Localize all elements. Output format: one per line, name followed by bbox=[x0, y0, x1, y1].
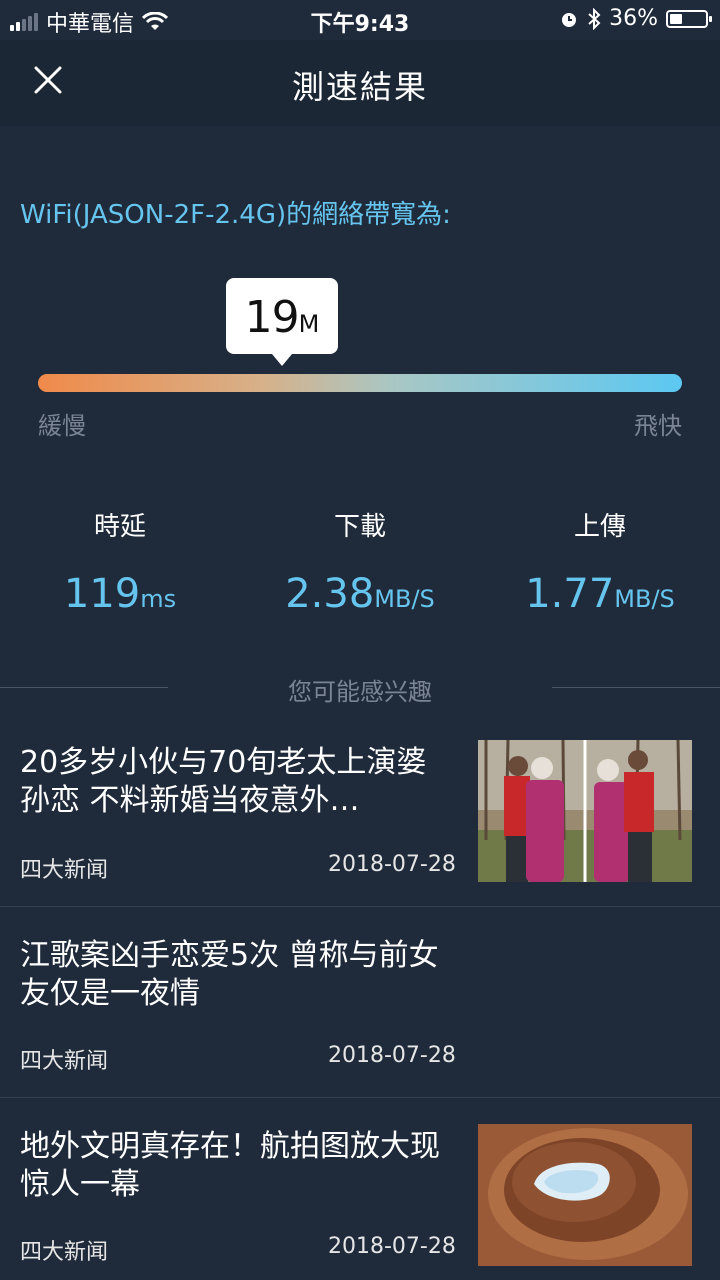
download-metric: 下載 2.38MB/S bbox=[240, 506, 480, 617]
metric-label: 時延 bbox=[93, 512, 146, 542]
status-bar: 中華電信 下午9:43 36% bbox=[0, 0, 720, 40]
latency-unit: ms bbox=[140, 585, 177, 613]
news-title[interactable]: 地外文明真存在！航拍图放大现惊人一幕 bbox=[20, 1128, 450, 1204]
alarm-icon bbox=[562, 12, 577, 27]
speed-gradient-bar bbox=[38, 374, 682, 392]
battery-percent: 36% bbox=[609, 6, 658, 31]
status-right: 36% bbox=[559, 6, 712, 31]
metric-label: 上傳 bbox=[573, 512, 626, 542]
network-label: WiFi(JASON-2F-2.4G)的網絡帶寬為: bbox=[20, 200, 451, 230]
metric-value: 1.77MB/S bbox=[480, 571, 720, 617]
download-unit: MB/S bbox=[374, 585, 435, 613]
upload-value: 1.77 bbox=[525, 571, 615, 617]
nav-bar: 測速結果 bbox=[0, 40, 720, 126]
recommend-heading: 您可能感兴趣 bbox=[288, 678, 432, 706]
bandwidth-bubble: 19M bbox=[226, 278, 338, 366]
latency-metric: 時延 119ms bbox=[0, 506, 240, 617]
latency-value: 119 bbox=[63, 571, 141, 617]
battery-icon bbox=[666, 9, 712, 28]
news-item[interactable]: 江歌案凶手恋爱5次 曾称与前女友仅是一夜情 四大新闻 2018-07-28 bbox=[0, 907, 720, 1098]
news-date: 2018-07-28 bbox=[328, 852, 456, 877]
news-title[interactable]: 江歌案凶手恋爱5次 曾称与前女友仅是一夜情 bbox=[20, 937, 450, 1013]
bandwidth-unit: M bbox=[298, 310, 320, 338]
upload-unit: MB/S bbox=[614, 585, 675, 613]
download-value: 2.38 bbox=[285, 571, 375, 617]
slow-label: 緩慢 bbox=[38, 412, 86, 440]
metric-value: 119ms bbox=[0, 571, 240, 617]
metric-value: 2.38MB/S bbox=[240, 571, 480, 617]
news-date: 2018-07-28 bbox=[328, 1234, 456, 1259]
bandwidth-value: 19 bbox=[244, 292, 300, 343]
crater-photo[interactable] bbox=[478, 1124, 692, 1266]
fast-label: 飛快 bbox=[634, 412, 682, 440]
news-source: 四大新闻 bbox=[20, 1240, 109, 1265]
news-date: 2018-07-28 bbox=[328, 1043, 456, 1068]
upload-metric: 上傳 1.77MB/S bbox=[480, 506, 720, 617]
battery-level bbox=[670, 13, 682, 24]
news-source: 四大新闻 bbox=[20, 1049, 109, 1074]
news-item[interactable]: 20多岁小伙与70旬老太上演婆孙恋 不料新婚当夜意外… 四大新闻 2018-07… bbox=[0, 716, 720, 907]
divider bbox=[552, 687, 720, 688]
metric-label: 下載 bbox=[333, 512, 386, 542]
page-title: 測速結果 bbox=[291, 68, 428, 106]
news-source: 四大新闻 bbox=[20, 858, 109, 883]
bluetooth-icon bbox=[588, 7, 601, 30]
news-item[interactable]: 地外文明真存在！航拍图放大现惊人一幕 四大新闻 2018-07-28 bbox=[0, 1098, 720, 1280]
couple-photo[interactable] bbox=[478, 740, 692, 882]
news-title[interactable]: 20多岁小伙与70旬老太上演婆孙恋 不料新婚当夜意外… bbox=[20, 744, 450, 820]
